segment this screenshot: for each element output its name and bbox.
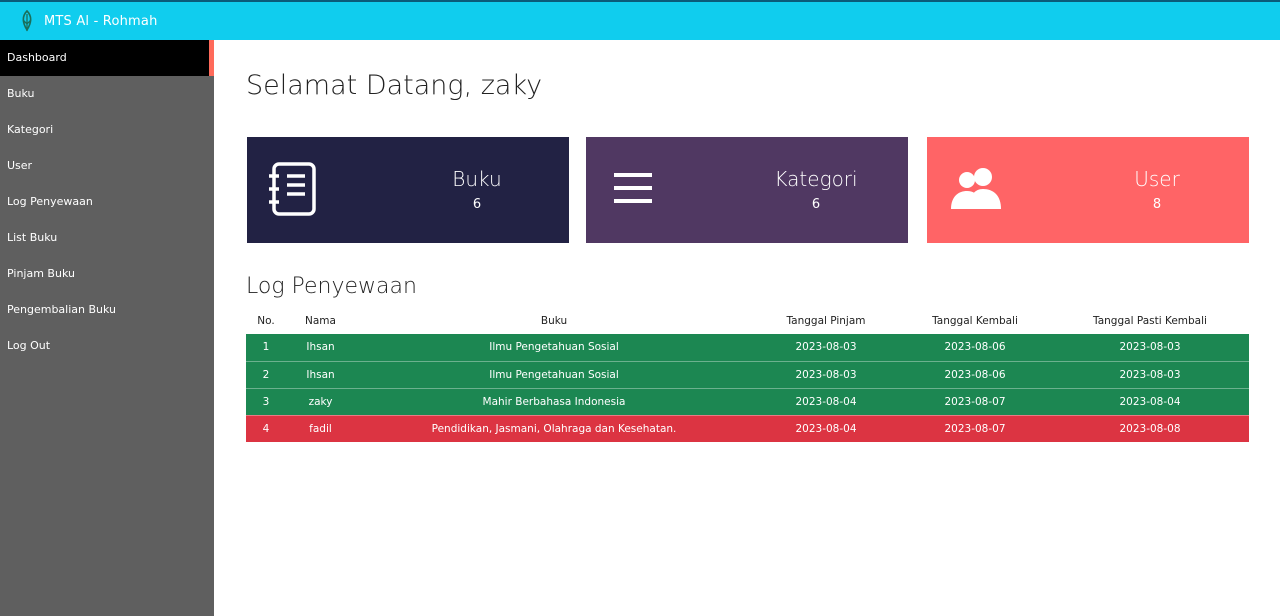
cell-tanggal-pinjam: 2023-08-03 — [753, 334, 899, 362]
cell-buku: Ilmu Pengetahuan Sosial — [355, 334, 753, 362]
table-row: 2 Ihsan Ilmu Pengetahuan Sosial 2023-08-… — [246, 361, 1249, 389]
cell-tanggal-kembali: 2023-08-06 — [899, 361, 1051, 389]
sidebar-item-user[interactable]: User — [0, 148, 214, 184]
col-tanggal-pinjam: Tanggal Pinjam — [786, 315, 866, 327]
table-row: 1 Ihsan Ilmu Pengetahuan Sosial 2023-08-… — [246, 334, 1249, 362]
top-navbar: MTS Al - Rohmah — [0, 0, 1280, 40]
sidebar-item-buku[interactable]: Buku — [0, 76, 214, 112]
sidebar-item-kategori[interactable]: Kategori — [0, 112, 214, 148]
log-table: No. Nama Buku Tanggal Pinjam Tanggal Kem… — [246, 308, 1249, 443]
sidebar-item-dashboard[interactable]: Dashboard — [0, 40, 214, 76]
cell-tanggal-kembali: 2023-08-06 — [899, 334, 1051, 362]
col-buku: Buku — [540, 315, 568, 327]
cell-no: 4 — [246, 415, 286, 443]
card-kategori-count: 6 — [811, 197, 821, 212]
cell-tanggal-pinjam: 2023-08-04 — [753, 415, 899, 443]
book-list-icon — [267, 161, 319, 217]
col-tanggal-pasti-kembali: Tanggal Pasti Kembali — [1093, 315, 1207, 327]
card-user-title: User — [1134, 167, 1180, 191]
brand-title[interactable]: MTS Al - Rohmah — [44, 14, 158, 29]
cell-buku: Mahir Berbahasa Indonesia — [355, 388, 753, 416]
cell-no: 2 — [246, 361, 286, 389]
cell-tanggal-pasti-kembali: 2023-08-04 — [1051, 388, 1249, 416]
page-title: Selamat Datang, zaky — [246, 70, 543, 101]
sidebar-item-pinjam-buku[interactable]: Pinjam Buku — [0, 256, 214, 292]
col-no: No. — [257, 315, 275, 327]
cell-tanggal-pasti-kembali: 2023-08-08 — [1051, 415, 1249, 443]
card-kategori: Kategori 6 — [586, 137, 908, 243]
cell-nama: Ihsan — [286, 361, 355, 389]
table-row: 3 zaky Mahir Berbahasa Indonesia 2023-08… — [246, 388, 1249, 416]
cell-tanggal-kembali: 2023-08-07 — [899, 388, 1051, 416]
card-user: User 8 — [927, 137, 1249, 243]
cell-tanggal-pasti-kembali: 2023-08-03 — [1051, 334, 1249, 362]
cell-no: 3 — [246, 388, 286, 416]
menu-lines-icon — [606, 161, 658, 217]
table-row: 4 fadil Pendidikan, Jasmani, Olahraga da… — [246, 415, 1249, 443]
card-buku: Buku 6 — [247, 137, 569, 243]
card-kategori-title: Kategori — [774, 167, 858, 191]
main-content: Selamat Datang, zaky Buku 6 Kategori 6 U… — [214, 40, 1280, 616]
sidebar-item-pengembalian-buku[interactable]: Pengembalian Buku — [0, 292, 214, 328]
cell-nama: Ihsan — [286, 334, 355, 362]
table-header-row: No. Nama Buku Tanggal Pinjam Tanggal Kem… — [246, 308, 1249, 334]
sidebar-item-list-buku[interactable]: List Buku — [0, 220, 214, 256]
cell-no: 1 — [246, 334, 286, 362]
brand-logo-icon[interactable] — [16, 10, 38, 32]
cell-tanggal-pinjam: 2023-08-03 — [753, 361, 899, 389]
col-tanggal-kembali: Tanggal Kembali — [932, 315, 1018, 327]
cell-tanggal-kembali: 2023-08-07 — [899, 415, 1051, 443]
sidebar-item-log-penyewaan[interactable]: Log Penyewaan — [0, 184, 214, 220]
cell-buku: Ilmu Pengetahuan Sosial — [355, 361, 753, 389]
cell-tanggal-pasti-kembali: 2023-08-03 — [1051, 361, 1249, 389]
log-section-title: Log Penyewaan — [246, 274, 417, 299]
cell-buku: Pendidikan, Jasmani, Olahraga dan Keseha… — [355, 415, 753, 443]
col-nama: Nama — [305, 315, 336, 327]
cell-nama: zaky — [286, 388, 355, 416]
cell-nama: fadil — [286, 415, 355, 443]
cell-tanggal-pinjam: 2023-08-04 — [753, 388, 899, 416]
card-buku-title: Buku — [452, 167, 502, 191]
card-user-count: 8 — [1152, 197, 1162, 212]
sidebar-item-log-out[interactable]: Log Out — [0, 328, 214, 364]
users-icon — [947, 161, 1001, 217]
sidebar: Dashboard Buku Kategori User Log Penyewa… — [0, 40, 214, 616]
card-buku-count: 6 — [472, 197, 482, 212]
